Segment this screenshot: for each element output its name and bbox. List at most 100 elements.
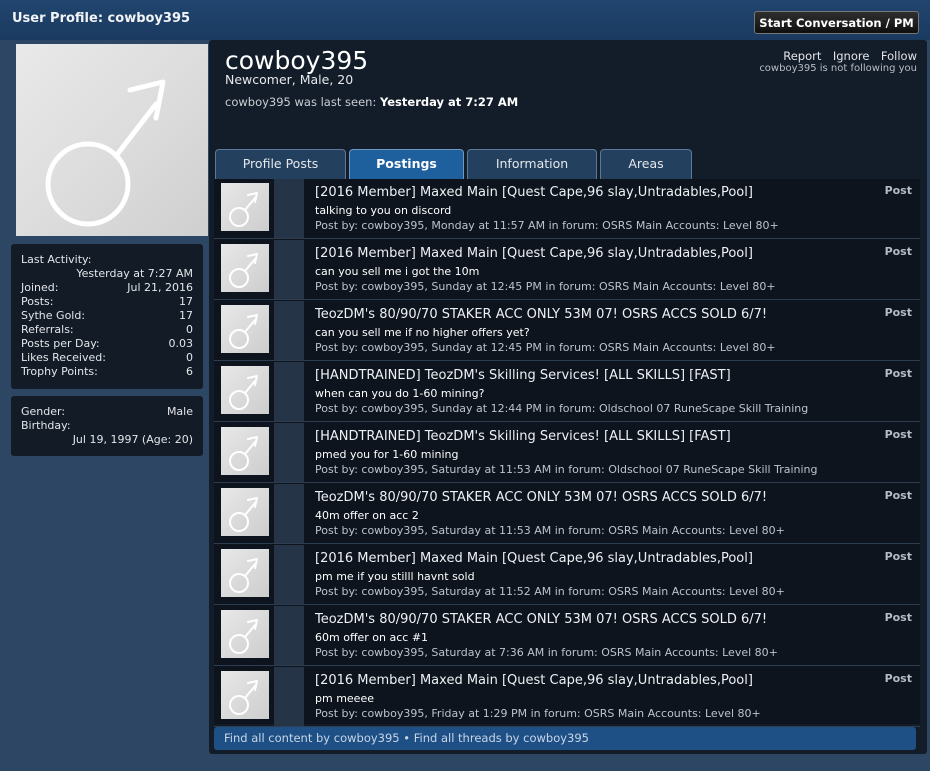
post-avatar[interactable]	[221, 366, 269, 414]
report-link[interactable]: Report	[783, 49, 821, 63]
post-meta: Post by: cowboy395, Sunday at 12:44 PM i…	[315, 402, 809, 415]
post-meta: Post by: cowboy395, Sunday at 12:45 PM i…	[315, 341, 776, 354]
stat-row: Referrals: 0	[21, 323, 193, 337]
ignore-link[interactable]: Ignore	[833, 49, 870, 63]
stat-row: Trophy Points: 6	[21, 365, 193, 379]
male-symbol-icon	[229, 497, 258, 532]
male-symbol-icon	[229, 375, 258, 410]
find-all-content-link[interactable]: Find all content by cowboy395	[224, 731, 400, 745]
male-symbol-icon	[229, 314, 258, 349]
user-info-box: Gender: Male Birthday: Jul 19, 1997 (Age…	[11, 396, 203, 456]
gender-value: Male	[166, 405, 193, 418]
post-row: [2016 Member] Maxed Main [Quest Cape,96 …	[214, 240, 920, 300]
stat-value: 17	[179, 295, 193, 308]
post-row: TeozDM's 80/90/70 STAKER ACC ONLY 53M 07…	[214, 301, 920, 361]
post-type-label: Post	[884, 672, 912, 685]
stat-label: Joined:	[21, 281, 59, 294]
post-title-link[interactable]: [HANDTRAINED] TeozDM's Skilling Services…	[315, 368, 731, 383]
post-meta: Post by: cowboy395, Friday at 1:29 PM in…	[315, 707, 761, 720]
stat-value: 0	[186, 351, 193, 364]
post-avatar[interactable]	[221, 671, 269, 719]
follow-link[interactable]: Follow	[881, 49, 917, 63]
find-all-threads-link[interactable]: Find all threads by cowboy395	[414, 731, 589, 745]
stat-value: 17	[179, 309, 193, 322]
last-activity-label: Last Activity:	[21, 253, 92, 266]
stat-value: 0	[186, 323, 193, 336]
male-symbol-icon	[229, 253, 258, 288]
last-seen: cowboy395 was last seen: Yesterday at 7:…	[225, 95, 518, 109]
tab-postings[interactable]: Postings	[349, 149, 464, 179]
post-meta: Post by: cowboy395, Saturday at 11:53 AM…	[315, 463, 818, 476]
profile-avatar[interactable]	[16, 44, 208, 236]
post-row: [2016 Member] Maxed Main [Quest Cape,96 …	[214, 545, 920, 605]
user-stats-box: Last Activity: Yesterday at 7:27 AM Join…	[11, 244, 203, 389]
post-separator-column	[274, 606, 304, 665]
post-avatar[interactable]	[221, 549, 269, 597]
footer-separator: •	[403, 731, 411, 745]
stat-row: Posts per Day: 0.03	[21, 337, 193, 351]
last-seen-value: Yesterday at 7:27 AM	[379, 95, 519, 109]
stat-row: Sythe Gold: 17	[21, 309, 193, 323]
male-symbol-icon	[229, 558, 258, 593]
profile-main-panel: cowboy395 Newcomer, Male, 20 cowboy395 w…	[209, 40, 927, 754]
post-meta: Post by: cowboy395, Monday at 11:57 AM i…	[315, 219, 779, 232]
birthday-value: Jul 19, 1997 (Age: 20)	[72, 433, 193, 446]
follow-status: cowboy395 is not following you	[759, 63, 917, 74]
start-conversation-button[interactable]: Start Conversation / PM	[754, 11, 919, 34]
post-row: [2016 Member] Maxed Main [Quest Cape,96 …	[214, 179, 920, 239]
post-type-label: Post	[884, 245, 912, 258]
post-row: [2016 Member] Maxed Main [Quest Cape,96 …	[214, 667, 920, 727]
last-activity-value: Yesterday at 7:27 AM	[76, 267, 193, 280]
last-seen-prefix: cowboy395 was last seen:	[225, 95, 377, 109]
post-type-label: Post	[884, 428, 912, 441]
post-type-label: Post	[884, 611, 912, 624]
stat-row: Joined: Jul 21, 2016	[21, 281, 193, 295]
stat-label: Trophy Points:	[21, 365, 98, 378]
post-snippet: can you sell me i got the 10m	[315, 265, 480, 278]
post-title-link[interactable]: TeozDM's 80/90/70 STAKER ACC ONLY 53M 07…	[315, 307, 767, 322]
post-snippet: 60m offer on acc #1	[315, 631, 429, 644]
post-type-label: Post	[884, 306, 912, 319]
post-snippet: talking to you on discord	[315, 204, 452, 217]
post-separator-column	[274, 301, 304, 360]
stat-row: Likes Received: 0	[21, 351, 193, 365]
post-title-link[interactable]: [2016 Member] Maxed Main [Quest Cape,96 …	[315, 673, 753, 688]
post-snippet: pmed you for 1-60 mining	[315, 448, 459, 461]
user-title: Newcomer, Male, 20	[225, 72, 354, 87]
post-title-link[interactable]: [2016 Member] Maxed Main [Quest Cape,96 …	[315, 551, 753, 566]
post-title-link[interactable]: TeozDM's 80/90/70 STAKER ACC ONLY 53M 07…	[315, 490, 767, 505]
footer-links: Find all content by cowboy395 • Find all…	[214, 727, 916, 750]
post-type-label: Post	[884, 550, 912, 563]
post-snippet: when can you do 1-60 mining?	[315, 387, 485, 400]
post-avatar[interactable]	[221, 244, 269, 292]
post-snippet: 40m offer on acc 2	[315, 509, 419, 522]
tab-information[interactable]: Information	[467, 149, 597, 179]
male-symbol-icon	[229, 680, 258, 715]
post-title-link[interactable]: TeozDM's 80/90/70 STAKER ACC ONLY 53M 07…	[315, 612, 767, 627]
post-title-link[interactable]: [2016 Member] Maxed Main [Quest Cape,96 …	[315, 185, 753, 200]
page-title: User Profile: cowboy395	[12, 11, 191, 26]
post-meta: Post by: cowboy395, Sunday at 12:45 PM i…	[315, 280, 776, 293]
profile-username: cowboy395	[225, 46, 369, 75]
post-avatar[interactable]	[221, 427, 269, 475]
post-avatar[interactable]	[221, 488, 269, 536]
post-row: [HANDTRAINED] TeozDM's Skilling Services…	[214, 362, 920, 422]
post-separator-column	[274, 545, 304, 604]
stat-row: Posts: 17	[21, 295, 193, 309]
gender-label: Gender:	[21, 405, 66, 418]
tab-areas[interactable]: Areas	[600, 149, 692, 179]
stat-value: Jul 21, 2016	[127, 281, 193, 294]
post-type-label: Post	[884, 367, 912, 380]
post-separator-column	[274, 667, 304, 726]
post-avatar[interactable]	[221, 183, 269, 231]
post-title-link[interactable]: [HANDTRAINED] TeozDM's Skilling Services…	[315, 429, 731, 444]
birthday-label: Birthday:	[21, 419, 71, 432]
stat-value: 0.03	[168, 337, 194, 350]
post-title-link[interactable]: [2016 Member] Maxed Main [Quest Cape,96 …	[315, 246, 753, 261]
post-separator-column	[274, 179, 304, 238]
tab-profile-posts[interactable]: Profile Posts	[215, 149, 346, 179]
post-row: TeozDM's 80/90/70 STAKER ACC ONLY 53M 07…	[214, 606, 920, 666]
post-avatar[interactable]	[221, 610, 269, 658]
post-meta: Post by: cowboy395, Saturday at 7:36 AM …	[315, 646, 778, 659]
post-avatar[interactable]	[221, 305, 269, 353]
